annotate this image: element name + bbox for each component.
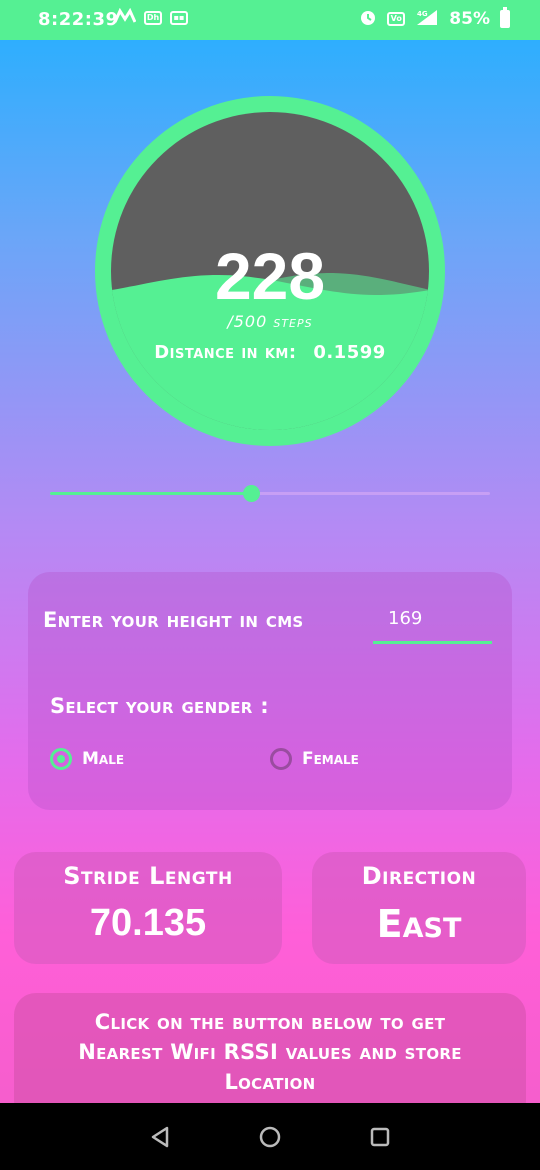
home-icon[interactable] xyxy=(258,1125,282,1149)
signal-icon: 4G xyxy=(415,8,439,30)
direction-value: East xyxy=(376,902,462,946)
status-time: 8:22:39 xyxy=(38,9,119,30)
radio-male-indicator[interactable] xyxy=(50,748,72,770)
recents-icon[interactable] xyxy=(368,1125,392,1149)
step-gauge: 228 /500 steps Distance in km: 0.1599 xyxy=(95,96,445,446)
radio-female-indicator[interactable] xyxy=(270,748,292,770)
app-m-icon xyxy=(113,7,137,28)
status-bar: 8:22:39 Dh ▪▪ Vo 4G 85% xyxy=(0,0,540,40)
alarm-icon xyxy=(359,8,377,30)
progress-slider[interactable] xyxy=(50,484,490,502)
radio-female[interactable]: Female xyxy=(270,748,359,770)
gender-label: Select your gender : xyxy=(50,694,269,718)
app-dh-icon: Dh xyxy=(144,11,162,25)
distance-row: Distance in km: 0.1599 xyxy=(95,342,445,363)
stride-value: 70.135 xyxy=(89,902,207,944)
wifi-instruction-text: Click on the button below to get Nearest… xyxy=(78,1010,462,1094)
height-input[interactable]: 169 xyxy=(373,608,492,644)
slider-fill xyxy=(50,492,251,495)
height-label: Enter your height in cms xyxy=(43,608,304,632)
distance-label: Distance in km: xyxy=(154,342,297,363)
navigation-bar xyxy=(0,1103,540,1170)
slider-thumb[interactable] xyxy=(242,485,260,502)
direction-card: Direction East xyxy=(312,852,526,964)
direction-title: Direction xyxy=(361,862,477,890)
step-count: 228 xyxy=(214,239,326,313)
radio-male-label: Male xyxy=(82,749,125,769)
profile-panel: Enter your height in cms 169 Select your… xyxy=(28,572,512,810)
back-icon[interactable] xyxy=(148,1125,172,1149)
svg-text:4G: 4G xyxy=(417,10,428,18)
volte-icon: Vo xyxy=(387,12,406,26)
stride-card: Stride Length 70.135 xyxy=(14,852,282,964)
radio-male[interactable]: Male xyxy=(50,748,124,770)
distance-value: 0.1599 xyxy=(313,342,386,363)
message-icon: ▪▪ xyxy=(170,11,188,25)
battery-icon xyxy=(500,7,510,28)
radio-female-label: Female xyxy=(302,749,359,769)
battery-level: 85% xyxy=(449,9,490,29)
stride-title: Stride Length xyxy=(63,862,233,890)
step-goal: /500 steps xyxy=(227,312,313,331)
